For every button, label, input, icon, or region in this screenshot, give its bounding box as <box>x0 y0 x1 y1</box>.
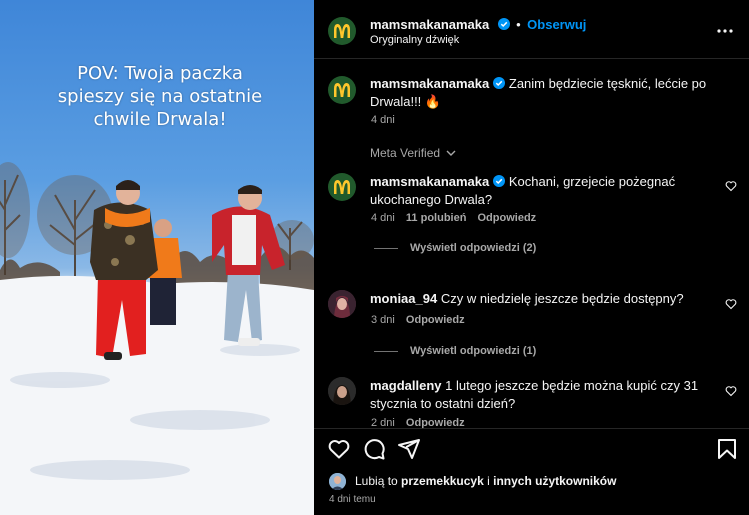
caption-username[interactable]: mamsmakanamaka <box>370 76 489 91</box>
author-avatar[interactable] <box>328 17 356 45</box>
like-comment-icon[interactable] <box>725 298 737 310</box>
post-media[interactable]: POV: Twoja paczka spieszy się na ostatni… <box>0 0 314 515</box>
likes-others-link[interactable]: innych użytkowników <box>493 474 616 488</box>
mcdonalds-logo-icon <box>334 24 350 38</box>
chevron-down-icon <box>446 150 456 156</box>
comment-2: moniaa_94 Czy w niedzielę jeszcze będzie… <box>370 290 710 308</box>
like-heart-icon[interactable] <box>327 437 351 461</box>
user-avatar-icon <box>329 473 346 490</box>
view-replies-line <box>374 351 398 352</box>
like-comment-icon[interactable] <box>725 385 737 397</box>
view-replies-button[interactable]: Wyświetl odpowiedzi (2) <box>410 242 536 254</box>
verified-badge-icon <box>493 175 506 187</box>
comment-3: magdalleny 1 lutego jeszcze będzie można… <box>370 377 705 413</box>
comment-text-line1: Czy w niedzielę jeszcze będzie dostępny? <box>440 291 684 306</box>
comment-time[interactable]: 4 dni <box>371 212 395 224</box>
comment-likes[interactable]: 11 polubień <box>406 212 467 224</box>
comment-meta: 4 dni 11 polubień Odpowiedz <box>371 212 536 224</box>
follow-button[interactable]: Obserwuj <box>527 17 586 32</box>
comment-username[interactable]: mamsmakanamaka <box>370 174 489 189</box>
likes-mid: i <box>483 474 494 488</box>
comment-username[interactable]: magdalleny <box>370 378 442 393</box>
view-replies-line <box>374 248 398 249</box>
save-bookmark-icon[interactable] <box>715 437 739 461</box>
comment-avatar[interactable] <box>328 173 356 201</box>
header-separator: • <box>516 17 521 32</box>
comment-text-line2: stycznia to ostatni dzień? <box>370 396 516 411</box>
comment-meta: 3 dni Odpowiedz <box>371 314 465 326</box>
comment-text-line2: ukochanego Drwala? <box>370 192 493 207</box>
more-options-icon[interactable] <box>716 22 734 40</box>
share-send-icon[interactable] <box>397 437 421 461</box>
post-header: mamsmakanamaka • Obserwuj <box>370 16 586 34</box>
header-divider <box>314 58 749 59</box>
view-replies-button[interactable]: Wyświetl odpowiedzi (1) <box>410 345 536 357</box>
mcdonalds-logo-icon <box>334 83 350 97</box>
comment-meta: 2 dni Odpowiedz <box>371 417 465 428</box>
comment-text-line1: Kochani, grzejecie pożegnać <box>508 174 676 189</box>
comment-avatar[interactable] <box>328 290 356 318</box>
comment-avatar[interactable] <box>328 377 356 405</box>
comment-reply-button[interactable]: Odpowiedz <box>406 417 465 428</box>
author-username[interactable]: mamsmakanamaka <box>370 17 489 32</box>
user-avatar-icon <box>328 377 356 405</box>
actions-divider <box>314 428 749 429</box>
caption-time[interactable]: 4 dni <box>371 114 395 126</box>
comment-text-line1: 1 lutego jeszcze będzie można kupić czy … <box>445 378 699 393</box>
verified-badge-icon <box>493 77 506 89</box>
liker-avatar[interactable] <box>329 473 346 490</box>
like-comment-icon[interactable] <box>725 180 737 192</box>
caption: mamsmakanamaka Zanim będziecie tęsknić, … <box>370 75 710 111</box>
likes-summary: Lubią to przemekkucyk i innych użytkowni… <box>355 474 616 488</box>
user-avatar-icon <box>328 290 356 318</box>
likes-prefix: Lubią to <box>355 474 402 488</box>
post-time[interactable]: 4 dni temu <box>329 494 376 505</box>
overlay-caption: POV: Twoja paczka spieszy się na ostatni… <box>57 63 263 130</box>
audio-label[interactable]: Oryginalny dźwięk <box>370 34 459 46</box>
liker-username[interactable]: przemekkucyk <box>401 474 484 488</box>
verified-badge-icon <box>497 18 510 30</box>
meta-verified-label: Meta Verified <box>370 146 441 160</box>
mcdonalds-logo-icon <box>334 180 350 194</box>
caption-text-line2: Drwala!!! 🔥 <box>370 94 442 109</box>
caption-text-line1: Zanim będziecie tęsknić, lećcie po <box>508 76 707 91</box>
comment-reply-button[interactable]: Odpowiedz <box>406 314 465 326</box>
comment-1: mamsmakanamaka Kochani, grzejecie pożegn… <box>370 173 700 209</box>
comment-time[interactable]: 3 dni <box>371 314 395 326</box>
comment-time[interactable]: 2 dni <box>371 417 395 428</box>
meta-verified-toggle[interactable]: Meta Verified <box>370 146 457 160</box>
comment-meta-clip: 2 dni Odpowiedz <box>314 416 749 428</box>
caption-avatar[interactable] <box>328 76 356 104</box>
comment-username[interactable]: moniaa_94 <box>370 291 437 306</box>
comment-bubble-icon[interactable] <box>362 437 386 461</box>
comment-reply-button[interactable]: Odpowiedz <box>478 212 537 224</box>
